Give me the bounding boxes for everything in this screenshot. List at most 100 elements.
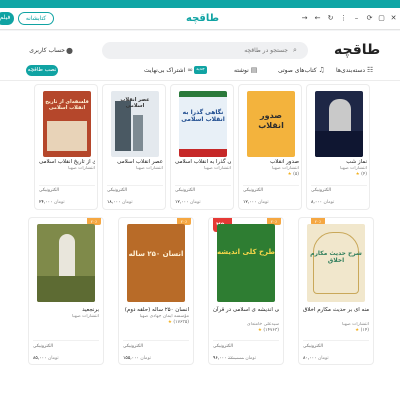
book-price: ۸۰,۰۰۰ تومان	[303, 356, 329, 362]
book-title[interactable]: عصر انقلاب اسلامی	[107, 158, 163, 166]
book-publisher[interactable]: انتشارات صهبا	[39, 166, 95, 172]
book-title[interactable]: نماز شب	[311, 158, 367, 166]
book-price: ۸,۰۰۰ تومان	[311, 200, 334, 206]
price-value: ۱۸,۰۰۰	[107, 200, 121, 205]
nav-audiobooks[interactable]: کتاب‌های صوتی ♫	[278, 63, 325, 77]
book-cover[interactable]: عصر انقلاب اسلامی	[111, 91, 159, 157]
price-currency: تومان	[140, 356, 152, 361]
search-box[interactable]: ⌕	[102, 42, 308, 59]
book-title[interactable]: نگاهی گذرا به انقلاب اسلامی	[175, 158, 231, 166]
menu-icon[interactable]: ⋮	[339, 14, 348, 23]
forward-icon[interactable]: ←	[313, 14, 322, 23]
price-value: ۹۶,۰۰۰	[213, 356, 227, 361]
book-title[interactable]: صدور انقلاب	[243, 158, 299, 166]
cover-title: عصر انقلاب اسلامی	[120, 97, 150, 109]
price-currency: تومان	[189, 200, 201, 205]
refresh-icon[interactable]: ↻	[326, 14, 335, 23]
card-divider	[243, 185, 299, 186]
maximize-icon[interactable]: ▢	[377, 14, 386, 23]
book-cover[interactable]: فلسفه‌ای از تاریخ انقلاب اسلامی	[43, 91, 91, 157]
book-cover[interactable]: انسان ۲۵۰ ساله	[127, 224, 185, 302]
cover-ground	[37, 276, 95, 302]
search-icon[interactable]: ⌕	[293, 46, 302, 55]
book-card[interactable]: ۲۵۰ ۲۰٪ طرح کلی اندیشه طرح کلی اندیشه ی …	[208, 217, 284, 365]
book-card[interactable]: صدور انقلاب صدور انقلاب انتشارات صهبا ★ …	[238, 84, 302, 210]
book-publisher[interactable]: انتشارات صهبا	[33, 314, 99, 320]
book-cover[interactable]	[37, 224, 95, 302]
card-divider	[311, 185, 367, 186]
book-card[interactable]: فلسفه‌ای از تاریخ انقلاب اسلامی فلسفه‌ای…	[34, 84, 98, 210]
book-title[interactable]: انسان ۲۵۰ ساله (حلقه دوم)	[123, 306, 189, 314]
cover-title: نگاهی گذرا به انقلاب اسلامی	[181, 109, 225, 124]
nav-categories[interactable]: دسته‌بندی‌ها ☷	[336, 63, 373, 77]
book-price: ۱۸,۰۰۰ تومان	[107, 200, 133, 206]
nav-audiobooks-label: کتاب‌های صوتی	[278, 67, 317, 74]
book-format: الکترونیکی	[213, 344, 233, 349]
rating-count: (۱۴۷۶۳)	[263, 328, 279, 333]
cover-title: طرح کلی اندیشه	[217, 248, 275, 256]
book-card[interactable]: ۲۰٪ انسان ۲۵۰ ساله انسان ۲۵۰ ساله (حلقه …	[118, 217, 194, 365]
window-title-bar: فیلم کتابشانه طاقچه → ← ↻ ⋮ – ⟳ ▢ ✕	[0, 8, 400, 30]
book-card[interactable]: نماز شب انتشارات صهبا ★ (۴) الکترونیکی ۸…	[306, 84, 370, 210]
sync-icon[interactable]: ⟳	[365, 14, 374, 23]
nav-categories-label: دسته‌بندی‌ها	[336, 67, 366, 74]
book-format: الکترونیکی	[311, 188, 331, 193]
star-icon: ★	[355, 328, 360, 333]
book-cover[interactable]: صدور انقلاب	[247, 91, 295, 157]
book-format: الکترونیکی	[107, 188, 127, 193]
price-value: ۸۰,۰۰۰	[303, 356, 317, 361]
nav-new-badge: جدید	[194, 66, 207, 74]
film-button[interactable]: فیلم	[0, 12, 14, 25]
close-icon[interactable]: ✕	[389, 14, 398, 23]
book-cover[interactable]: شرح حدیث مکارم اخلاق	[307, 224, 365, 302]
minimize-icon[interactable]: –	[352, 14, 361, 23]
rating-count: (۱۷۶۳۵)	[173, 320, 189, 325]
price-currency: تومان	[245, 356, 256, 361]
install-app-button[interactable]: نصب طاقچه	[26, 65, 58, 76]
book-title[interactable]: طرح کلی اندیشه ی اسلامی در قرآن	[213, 306, 279, 314]
book-cover[interactable]: نگاهی گذرا به انقلاب اسلامی	[179, 91, 227, 157]
star-icon: ★	[287, 172, 292, 177]
book-rating: ★ (۱۷۶۳۵)	[123, 320, 189, 326]
card-divider	[33, 340, 99, 341]
cover-title: فلسفه‌ای از تاریخ انقلاب اسلامی	[45, 99, 89, 111]
card-divider	[39, 185, 95, 186]
book-cover[interactable]	[315, 91, 363, 157]
back-icon[interactable]: →	[300, 14, 309, 23]
book-card[interactable]: ۲۰٪ برنجعید انتشارات صهبا الکترونیکی ۸۵,…	[28, 217, 104, 365]
card-divider	[303, 340, 369, 341]
book-title[interactable]: فلسفه‌ای از تاریخ انقلاب اسلامی	[39, 158, 95, 166]
user-icon: ●	[66, 46, 73, 55]
book-cover[interactable]: طرح کلی اندیشه	[217, 224, 275, 302]
library-button[interactable]: کتابشانه	[18, 12, 54, 25]
window-accent-bar	[0, 0, 400, 8]
flag-stripe-green	[179, 91, 227, 97]
header-divider	[0, 80, 400, 81]
book-title[interactable]: برنجعید	[33, 306, 99, 314]
book-price: ۹۶,۰۰۰ تومان ۱۲۰,۰۰۰	[213, 356, 256, 362]
cover-title: صدور انقلاب	[258, 111, 284, 130]
star-icon: ★	[167, 320, 172, 325]
card-divider	[175, 185, 231, 186]
book-card[interactable]: نگاهی گذرا به انقلاب اسلامی نگاهی گذرا ب…	[170, 84, 234, 210]
cover-tower-shape	[133, 115, 143, 151]
book-format: الکترونیکی	[243, 188, 263, 193]
price-currency: تومان	[121, 200, 133, 205]
site-logo[interactable]: طاقچه	[334, 41, 380, 59]
nav-unlimited[interactable]: اشتراک بی‌نهایت ∞	[144, 63, 193, 77]
search-input[interactable]	[108, 42, 288, 59]
book-card[interactable]: عصر انقلاب اسلامی عصر انقلاب اسلامی انتش…	[102, 84, 166, 210]
rating-count: (۱۴)	[360, 328, 369, 333]
book-card[interactable]: ۲۰٪ شرح حدیث مکارم اخلاق شرح حضرت آیت ال…	[298, 217, 374, 365]
flag-stripe-red	[179, 149, 227, 157]
nav-writings[interactable]: نوشته ▤	[234, 63, 257, 77]
book-publisher[interactable]: انتشارات صهبا	[175, 166, 231, 172]
book-rating: ★ (۵)	[243, 172, 299, 178]
book-format: الکترونیکی	[123, 344, 143, 349]
book-format: الکترونیکی	[303, 344, 323, 349]
account-button[interactable]: حساب کاربری ●	[28, 45, 76, 57]
book-publisher[interactable]: انتشارات صهبا	[107, 166, 163, 172]
price-value: ۱۲,۰۰۰	[175, 200, 189, 205]
book-title[interactable]: شرح حضرت آیت الله خامنه ای بر حدیث مکارم…	[303, 306, 369, 314]
cover-title: شرح حدیث مکارم اخلاق	[310, 250, 362, 265]
